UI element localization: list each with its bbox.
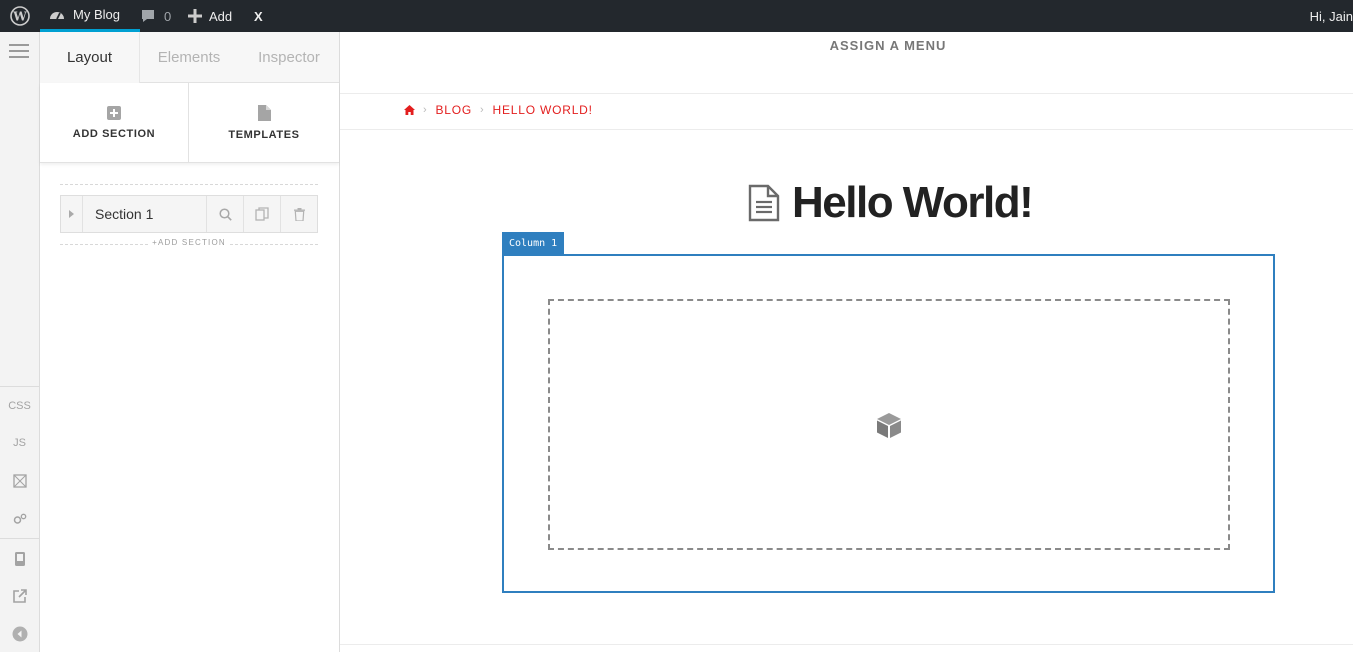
comments-link[interactable]: 0 — [140, 0, 171, 32]
greeting-text: Hi, Jain — [1309, 8, 1353, 24]
home-icon[interactable] — [404, 105, 415, 115]
dashboard-icon — [50, 11, 64, 19]
comment-bubble-icon — [142, 10, 154, 22]
breadcrumb-blog-link[interactable]: BLOG — [435, 103, 472, 117]
rail-divider — [0, 538, 39, 539]
document-text-icon — [748, 184, 780, 222]
wordpress-logo-button[interactable]: W — [0, 0, 40, 32]
page-title: Hello World! — [748, 178, 1034, 228]
tab-inspector[interactable]: Inspector — [239, 32, 339, 83]
dashed-divider — [60, 184, 318, 185]
builder-panel: Layout Elements Inspector ADD SECTION TE… — [40, 32, 340, 652]
page-title-text: Hello World! — [792, 178, 1034, 227]
js-button[interactable]: JS — [0, 425, 39, 461]
templates-button[interactable]: TEMPLATES — [189, 83, 339, 163]
plus-square-icon — [107, 106, 121, 120]
search-icon — [218, 207, 232, 221]
js-label: JS — [13, 437, 26, 449]
inspect-section-button[interactable] — [206, 196, 243, 232]
add-section-inline-label: +ADD SECTION — [150, 238, 228, 247]
rail-divider — [0, 386, 39, 387]
add-section-button[interactable]: ADD SECTION — [40, 83, 189, 163]
copy-icon — [255, 207, 269, 221]
footer-divider — [340, 644, 1353, 645]
assign-menu-link[interactable]: ASSIGN A MENU — [340, 38, 1353, 53]
css-button[interactable]: CSS — [0, 388, 39, 424]
wordpress-icon: W — [10, 6, 30, 26]
responsive-view-icon[interactable] — [0, 541, 39, 577]
trash-icon — [293, 207, 305, 221]
account-menu[interactable]: Hi, Jain — [1310, 0, 1353, 32]
site-preview: ASSIGN A MENU › BLOG › HELLO WORLD! Hell… — [340, 32, 1353, 652]
hamburger-menu-icon[interactable] — [9, 44, 29, 62]
plus-icon — [188, 9, 202, 23]
breadcrumb: › BLOG › HELLO WORLD! — [404, 103, 593, 117]
external-link-icon[interactable] — [0, 578, 39, 614]
tab-label: Inspector — [258, 49, 320, 66]
templates-label: TEMPLATES — [228, 129, 300, 141]
duplicate-section-button[interactable] — [243, 196, 280, 232]
tab-elements[interactable]: Elements — [139, 32, 239, 83]
x-label: X — [254, 8, 263, 24]
site-name-link[interactable]: My Blog — [40, 0, 140, 32]
header-divider — [340, 93, 1353, 94]
panel-tabs: Layout Elements Inspector — [40, 32, 339, 83]
tab-layout[interactable]: Layout — [40, 32, 140, 83]
svg-text:W: W — [12, 10, 27, 24]
add-new-menu[interactable]: Add — [188, 0, 232, 32]
breadcrumb-current: HELLO WORLD! — [492, 103, 593, 117]
expand-toggle[interactable] — [61, 196, 83, 232]
add-section-label: ADD SECTION — [72, 128, 156, 140]
skeleton-icon[interactable] — [0, 463, 39, 499]
tab-label: Elements — [157, 49, 221, 66]
section-label: Section 1 — [95, 206, 154, 222]
breadcrumb-divider — [340, 129, 1353, 130]
layout-actions: ADD SECTION TEMPLATES — [40, 83, 339, 163]
column-container[interactable] — [502, 254, 1275, 593]
admin-bar: W My Blog 0 Add X Hi, Jain — [0, 0, 1353, 32]
comment-count: 0 — [164, 8, 172, 24]
x-menu-link[interactable]: X — [254, 0, 263, 32]
document-icon — [257, 105, 271, 121]
add-section-inline-button[interactable]: +ADD SECTION — [60, 238, 318, 247]
builder-icon-rail: CSS JS — [0, 32, 40, 652]
css-label: CSS — [8, 400, 31, 412]
element-drop-zone[interactable] — [548, 299, 1230, 550]
collapse-panel-icon[interactable] — [0, 616, 39, 652]
section-row[interactable]: Section 1 — [60, 195, 318, 233]
tab-label: Layout — [66, 49, 113, 66]
cube-icon — [877, 412, 901, 438]
delete-section-button[interactable] — [280, 196, 317, 232]
settings-cogs-icon[interactable] — [0, 501, 39, 537]
column-label[interactable]: Column 1 — [502, 232, 565, 254]
add-label: Add — [209, 8, 233, 24]
caret-right-icon — [69, 210, 74, 218]
site-name: My Blog — [73, 7, 120, 22]
chevron-right-icon: › — [480, 104, 485, 116]
chevron-right-icon: › — [423, 104, 428, 116]
